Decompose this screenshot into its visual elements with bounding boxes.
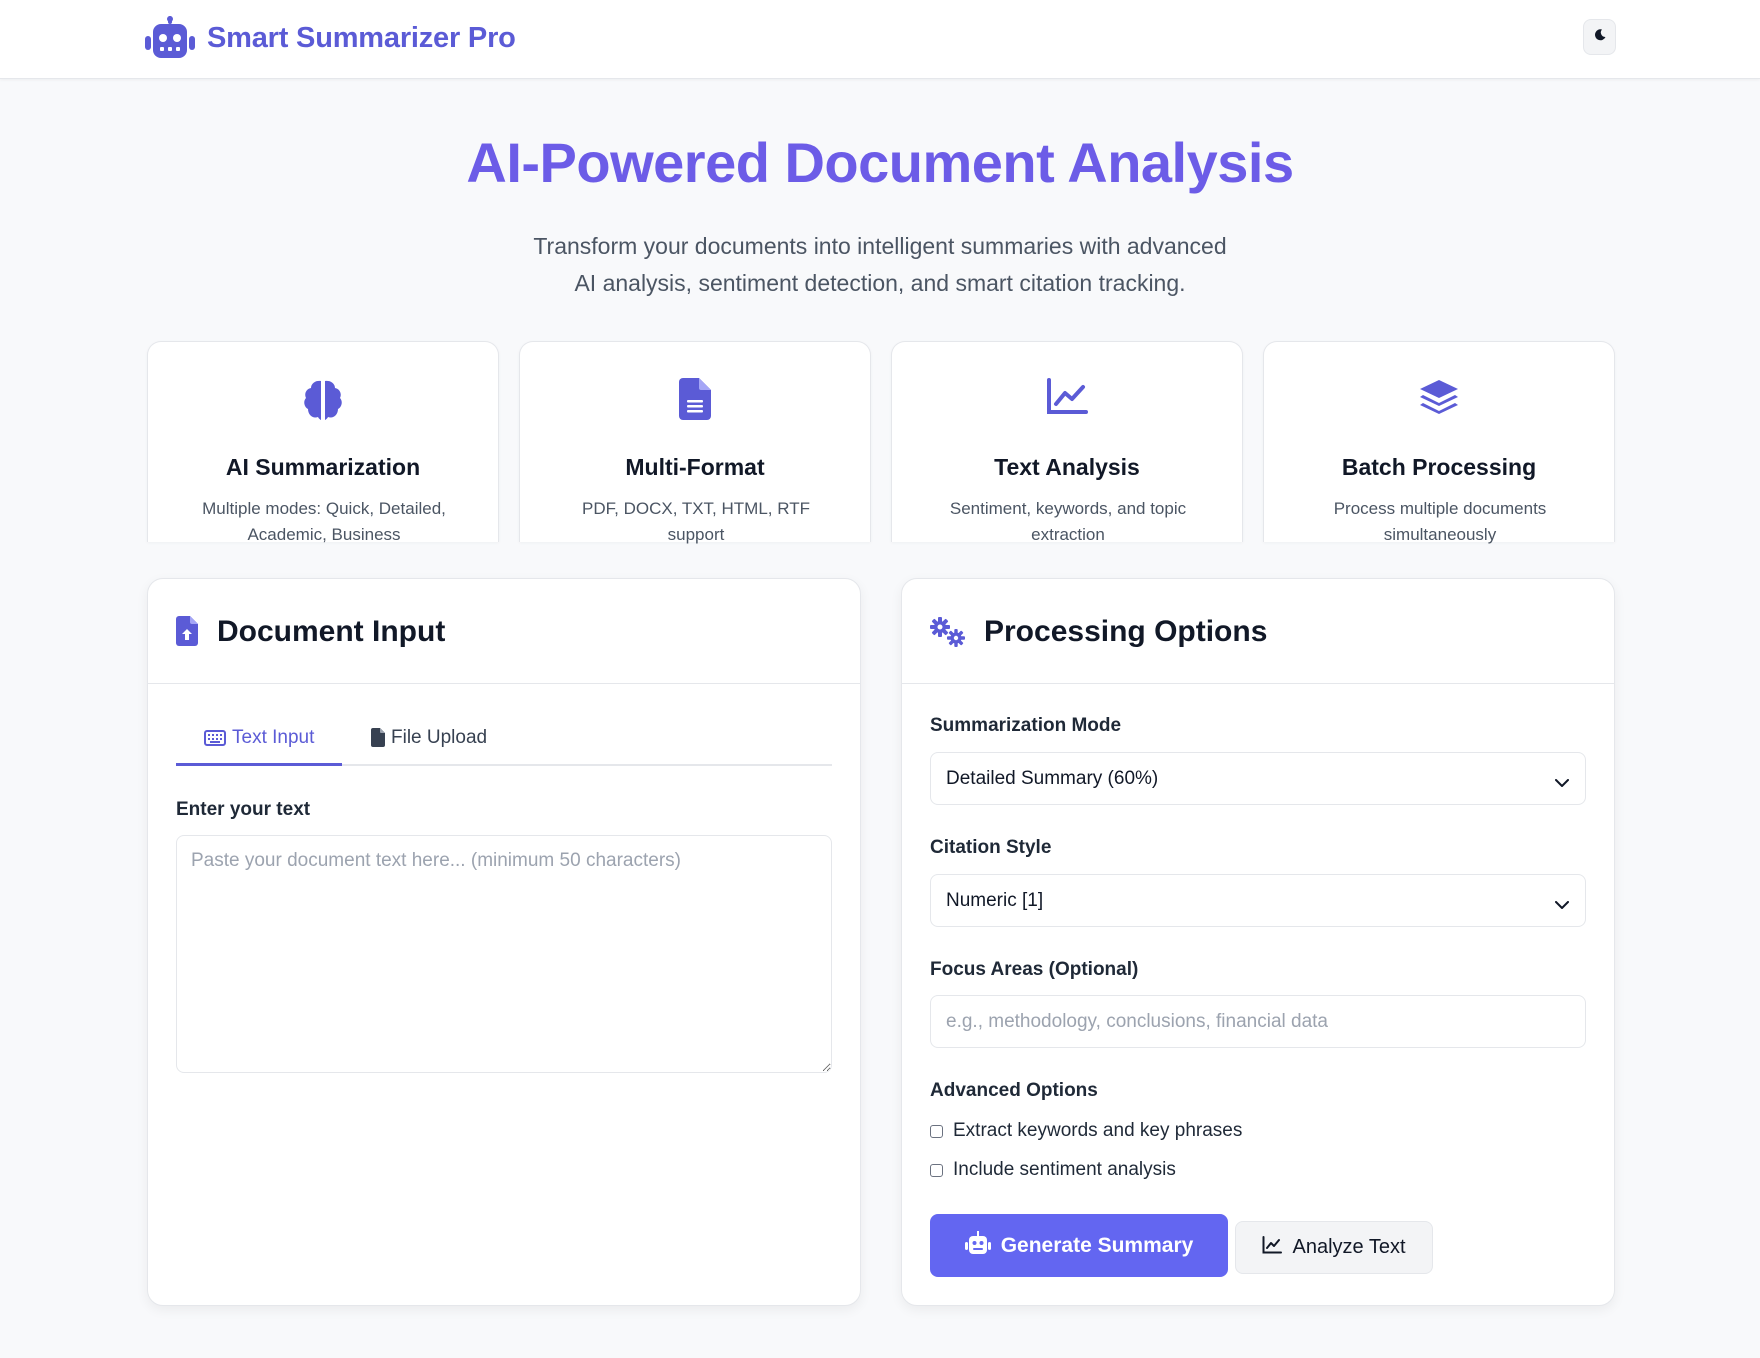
chevron-down-icon <box>1555 772 1569 794</box>
feature-title: AI Summarization <box>225 454 421 480</box>
generate-summary-button[interactable]: Generate Summary <box>930 1214 1228 1277</box>
file-icon <box>520 378 870 424</box>
brain-icon <box>148 378 498 424</box>
focus-areas-input[interactable] <box>930 995 1586 1048</box>
feature-card-multi-format: Multi-Format PDF, DOCX, TXT, HTML, RTF s… <box>519 341 871 544</box>
feature-description: Multiple modes: Quick, Detailed, Academi… <box>202 499 446 544</box>
checkbox[interactable] <box>930 1163 943 1177</box>
file-upload-icon <box>176 616 198 651</box>
feature-description: Process multiple documents simultaneousl… <box>1333 499 1547 544</box>
panel-header: Document Input <box>148 579 860 684</box>
feature-card-batch-processing: Batch Processing Process multiple docume… <box>1263 341 1615 544</box>
hero-title: AI-Powered Document Analysis <box>466 131 1294 194</box>
sentiment-analysis-option[interactable]: Include sentiment analysis <box>930 1159 1176 1181</box>
brand[interactable]: Smart Summarizer Pro <box>145 16 516 60</box>
panel-header: Processing Options <box>902 579 1614 684</box>
document-text-area[interactable] <box>176 835 832 1073</box>
file-icon <box>371 728 385 753</box>
line-chart-icon <box>1262 1235 1283 1260</box>
moon-icon <box>1593 28 1607 47</box>
mode-label: Summarization Mode <box>930 715 1122 736</box>
text-input-label: Enter your text <box>176 799 311 820</box>
chevron-down-icon <box>1555 894 1569 916</box>
button-label: Generate Summary <box>1000 1233 1194 1257</box>
tab-label: File Upload <box>391 727 488 748</box>
analyze-text-button[interactable]: Analyze Text <box>1235 1221 1433 1274</box>
option-label: Extract keywords and key phrases <box>953 1120 1243 1141</box>
checkbox[interactable] <box>930 1124 943 1138</box>
feature-description: Sentiment, keywords, and topic extractio… <box>949 499 1187 544</box>
advanced-options-label: Advanced Options <box>930 1080 1098 1101</box>
select-value: Detailed Summary (60%) <box>946 768 1159 789</box>
feature-title: Batch Processing <box>1341 454 1537 480</box>
processing-options-panel: Processing Options Summarization Mode De… <box>901 578 1615 1306</box>
citation-style-select[interactable]: Numeric [1] <box>930 874 1586 927</box>
layers-icon <box>1264 378 1614 424</box>
keyboard-icon <box>204 730 226 752</box>
top-nav-bar: Smart Summarizer Pro <box>0 0 1760 79</box>
feature-title: Multi-Format <box>625 454 765 480</box>
panel-title: Processing Options <box>984 615 1268 648</box>
line-chart-icon <box>892 378 1242 424</box>
feature-description: PDF, DOCX, TXT, HTML, RTF support <box>582 499 810 544</box>
tab-text-input[interactable]: Text Input <box>176 727 342 766</box>
gears-icon <box>930 617 966 652</box>
focus-areas-label: Focus Areas (Optional) <box>930 959 1139 980</box>
feature-card-ai-summarization: AI Summarization Multiple modes: Quick, … <box>147 341 499 544</box>
app-name: Smart Summarizer Pro <box>207 21 516 54</box>
citation-label: Citation Style <box>930 837 1052 858</box>
extract-keywords-option[interactable]: Extract keywords and key phrases <box>930 1120 1242 1142</box>
option-label: Include sentiment analysis <box>953 1159 1176 1180</box>
select-value: Numeric [1] <box>946 890 1044 911</box>
summarization-mode-select[interactable]: Detailed Summary (60%) <box>930 752 1586 805</box>
feature-title: Text Analysis <box>994 454 1140 480</box>
document-input-panel: Document Input Text Input File Upload En… <box>147 578 861 1306</box>
panel-title: Document Input <box>217 615 446 648</box>
tab-file-upload[interactable]: File Upload <box>371 727 487 766</box>
button-label: Analyze Text <box>1292 1236 1406 1258</box>
feature-card-text-analysis: Text Analysis Sentiment, keywords, and t… <box>891 341 1243 544</box>
input-tabs: Text Input File Upload <box>176 719 832 766</box>
theme-toggle-button[interactable] <box>1583 19 1616 55</box>
tab-label: Text Input <box>232 727 315 748</box>
robot-icon <box>145 16 195 60</box>
hero-subtitle: Transform your documents into intelligen… <box>533 233 1227 296</box>
robot-icon <box>964 1230 991 1261</box>
